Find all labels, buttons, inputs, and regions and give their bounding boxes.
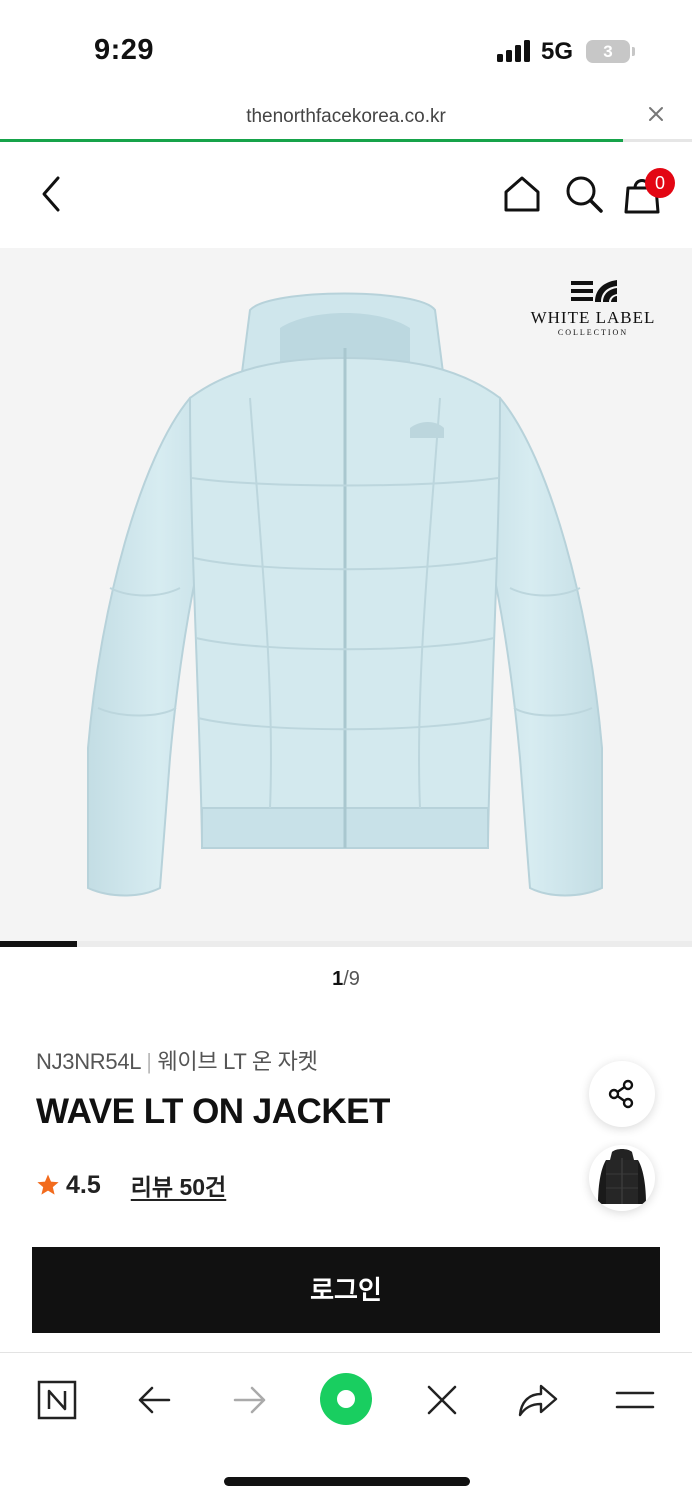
green-dot-button[interactable] <box>318 1371 374 1427</box>
product-title: WAVE LT ON JACKET <box>36 1092 390 1131</box>
login-button[interactable]: 로그인 <box>32 1247 660 1333</box>
naver-home-button[interactable] <box>32 1375 82 1425</box>
product-image-gallery[interactable]: WHITE LABEL COLLECTION <box>0 248 692 942</box>
gallery-progress-bar <box>0 941 692 947</box>
green-dot-icon <box>320 1373 372 1425</box>
recent-product-thumbnail[interactable] <box>589 1145 655 1211</box>
close-tab-button[interactable] <box>417 1375 467 1425</box>
review-count-link[interactable]: 리뷰 50건 <box>131 1168 226 1202</box>
menu-button[interactable] <box>610 1375 660 1425</box>
code-separator: | <box>146 1049 152 1074</box>
status-bar: 9:29 5G 3 <box>0 0 692 92</box>
close-icon <box>427 1385 457 1415</box>
home-indicator <box>224 1477 470 1486</box>
pager-current: 1 <box>332 968 344 990</box>
pager-total: /9 <box>343 968 360 990</box>
browser-back-button[interactable] <box>129 1375 179 1425</box>
url-text[interactable]: thenorthfacekorea.co.kr <box>0 106 692 128</box>
black-jacket-thumbnail-image <box>598 1149 646 1204</box>
browser-share-button[interactable] <box>513 1375 563 1425</box>
product-image-jacket[interactable] <box>80 288 610 908</box>
cart-count-badge: 0 <box>645 168 675 198</box>
naver-n-icon <box>37 1380 77 1420</box>
product-code: NJ3NR54L <box>36 1049 141 1074</box>
back-button[interactable] <box>34 172 70 216</box>
share-icon <box>608 1079 634 1109</box>
home-icon[interactable] <box>500 172 544 216</box>
share-button[interactable] <box>589 1061 655 1127</box>
battery-icon: 3 <box>586 40 630 63</box>
network-type: 5G <box>541 38 574 65</box>
close-icon[interactable] <box>646 104 666 124</box>
arrow-right-icon <box>233 1386 266 1414</box>
product-code-line: NJ3NR54L | 웨이브 LT 온 자켓 <box>36 1044 318 1076</box>
gallery-progress-fill <box>0 941 77 947</box>
browser-forward-button[interactable] <box>225 1375 275 1425</box>
status-time: 9:29 <box>94 34 155 66</box>
gallery-pager: 1/9 <box>0 968 692 991</box>
product-korean-name: 웨이브 LT 온 자켓 <box>157 1049 318 1074</box>
site-header <box>0 142 692 248</box>
battery-tip <box>632 47 635 56</box>
rating-value: 4.5 <box>66 1170 101 1199</box>
browser-toolbar <box>0 1352 692 1500</box>
share-arrow-icon <box>518 1384 558 1417</box>
search-icon[interactable] <box>562 172 606 216</box>
hamburger-menu-icon <box>615 1391 655 1409</box>
url-bar[interactable]: thenorthfacekorea.co.kr <box>0 96 692 142</box>
signal-icon <box>497 40 530 62</box>
arrow-left-icon <box>138 1386 171 1414</box>
star-icon <box>37 1174 59 1195</box>
rating-row: 4.5 리뷰 50건 <box>36 1168 226 1202</box>
